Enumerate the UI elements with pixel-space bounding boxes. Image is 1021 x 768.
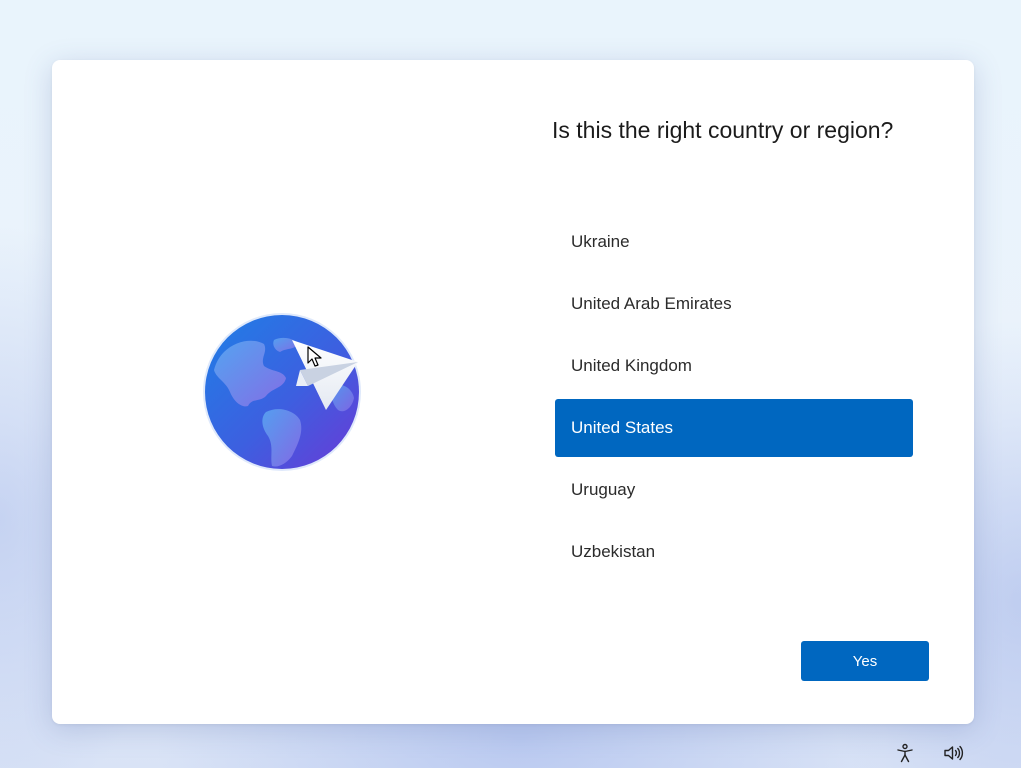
volume-icon[interactable] [942,742,964,764]
page-title: Is this the right country or region? [552,117,894,143]
country-item-label: Ukraine [571,232,630,251]
country-item-label: United Kingdom [571,356,692,375]
country-item-label: United States [571,418,674,437]
country-item-uruguay[interactable]: Uruguay [555,461,913,519]
yes-button[interactable]: Yes [801,641,929,681]
country-item-united-kingdom[interactable]: United Kingdom [555,337,913,395]
country-item-uzbekistan[interactable]: Uzbekistan [555,523,913,581]
accessibility-icon[interactable] [894,742,916,764]
country-item-label: Uruguay [571,480,636,499]
globe-illustration [202,312,362,472]
country-list[interactable]: Ukraine United Arab Emirates United King… [555,213,913,585]
country-item-label: Uzbekistan [571,542,656,561]
country-item-united-arab-emirates[interactable]: United Arab Emirates [555,275,913,333]
setup-dialog: Is this the right country or region? Ukr… [52,60,974,724]
country-item-ukraine[interactable]: Ukraine [555,213,913,271]
mouse-cursor-icon [307,346,322,367]
country-item-label: United Arab Emirates [571,294,732,313]
country-item-united-states[interactable]: United States [555,399,913,457]
globe-icon [203,313,361,471]
